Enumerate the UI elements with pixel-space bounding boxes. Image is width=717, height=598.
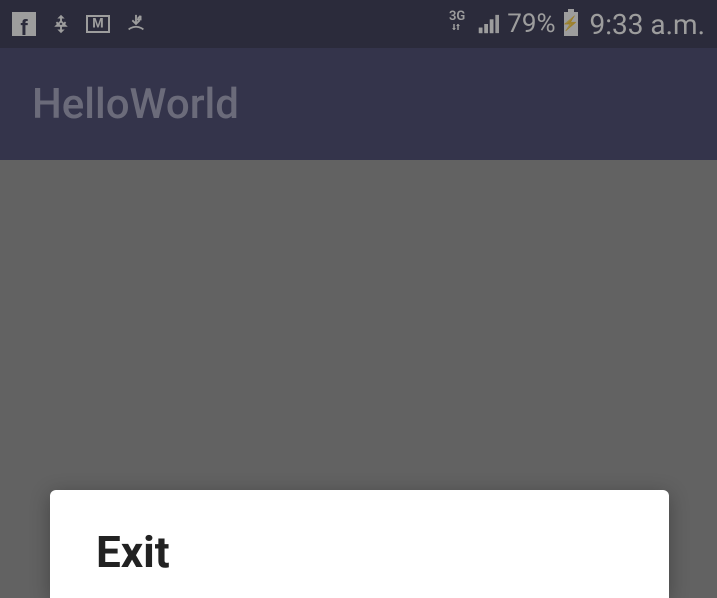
exit-dialog: Exit <box>50 490 669 598</box>
dialog-title: Exit <box>96 526 623 578</box>
